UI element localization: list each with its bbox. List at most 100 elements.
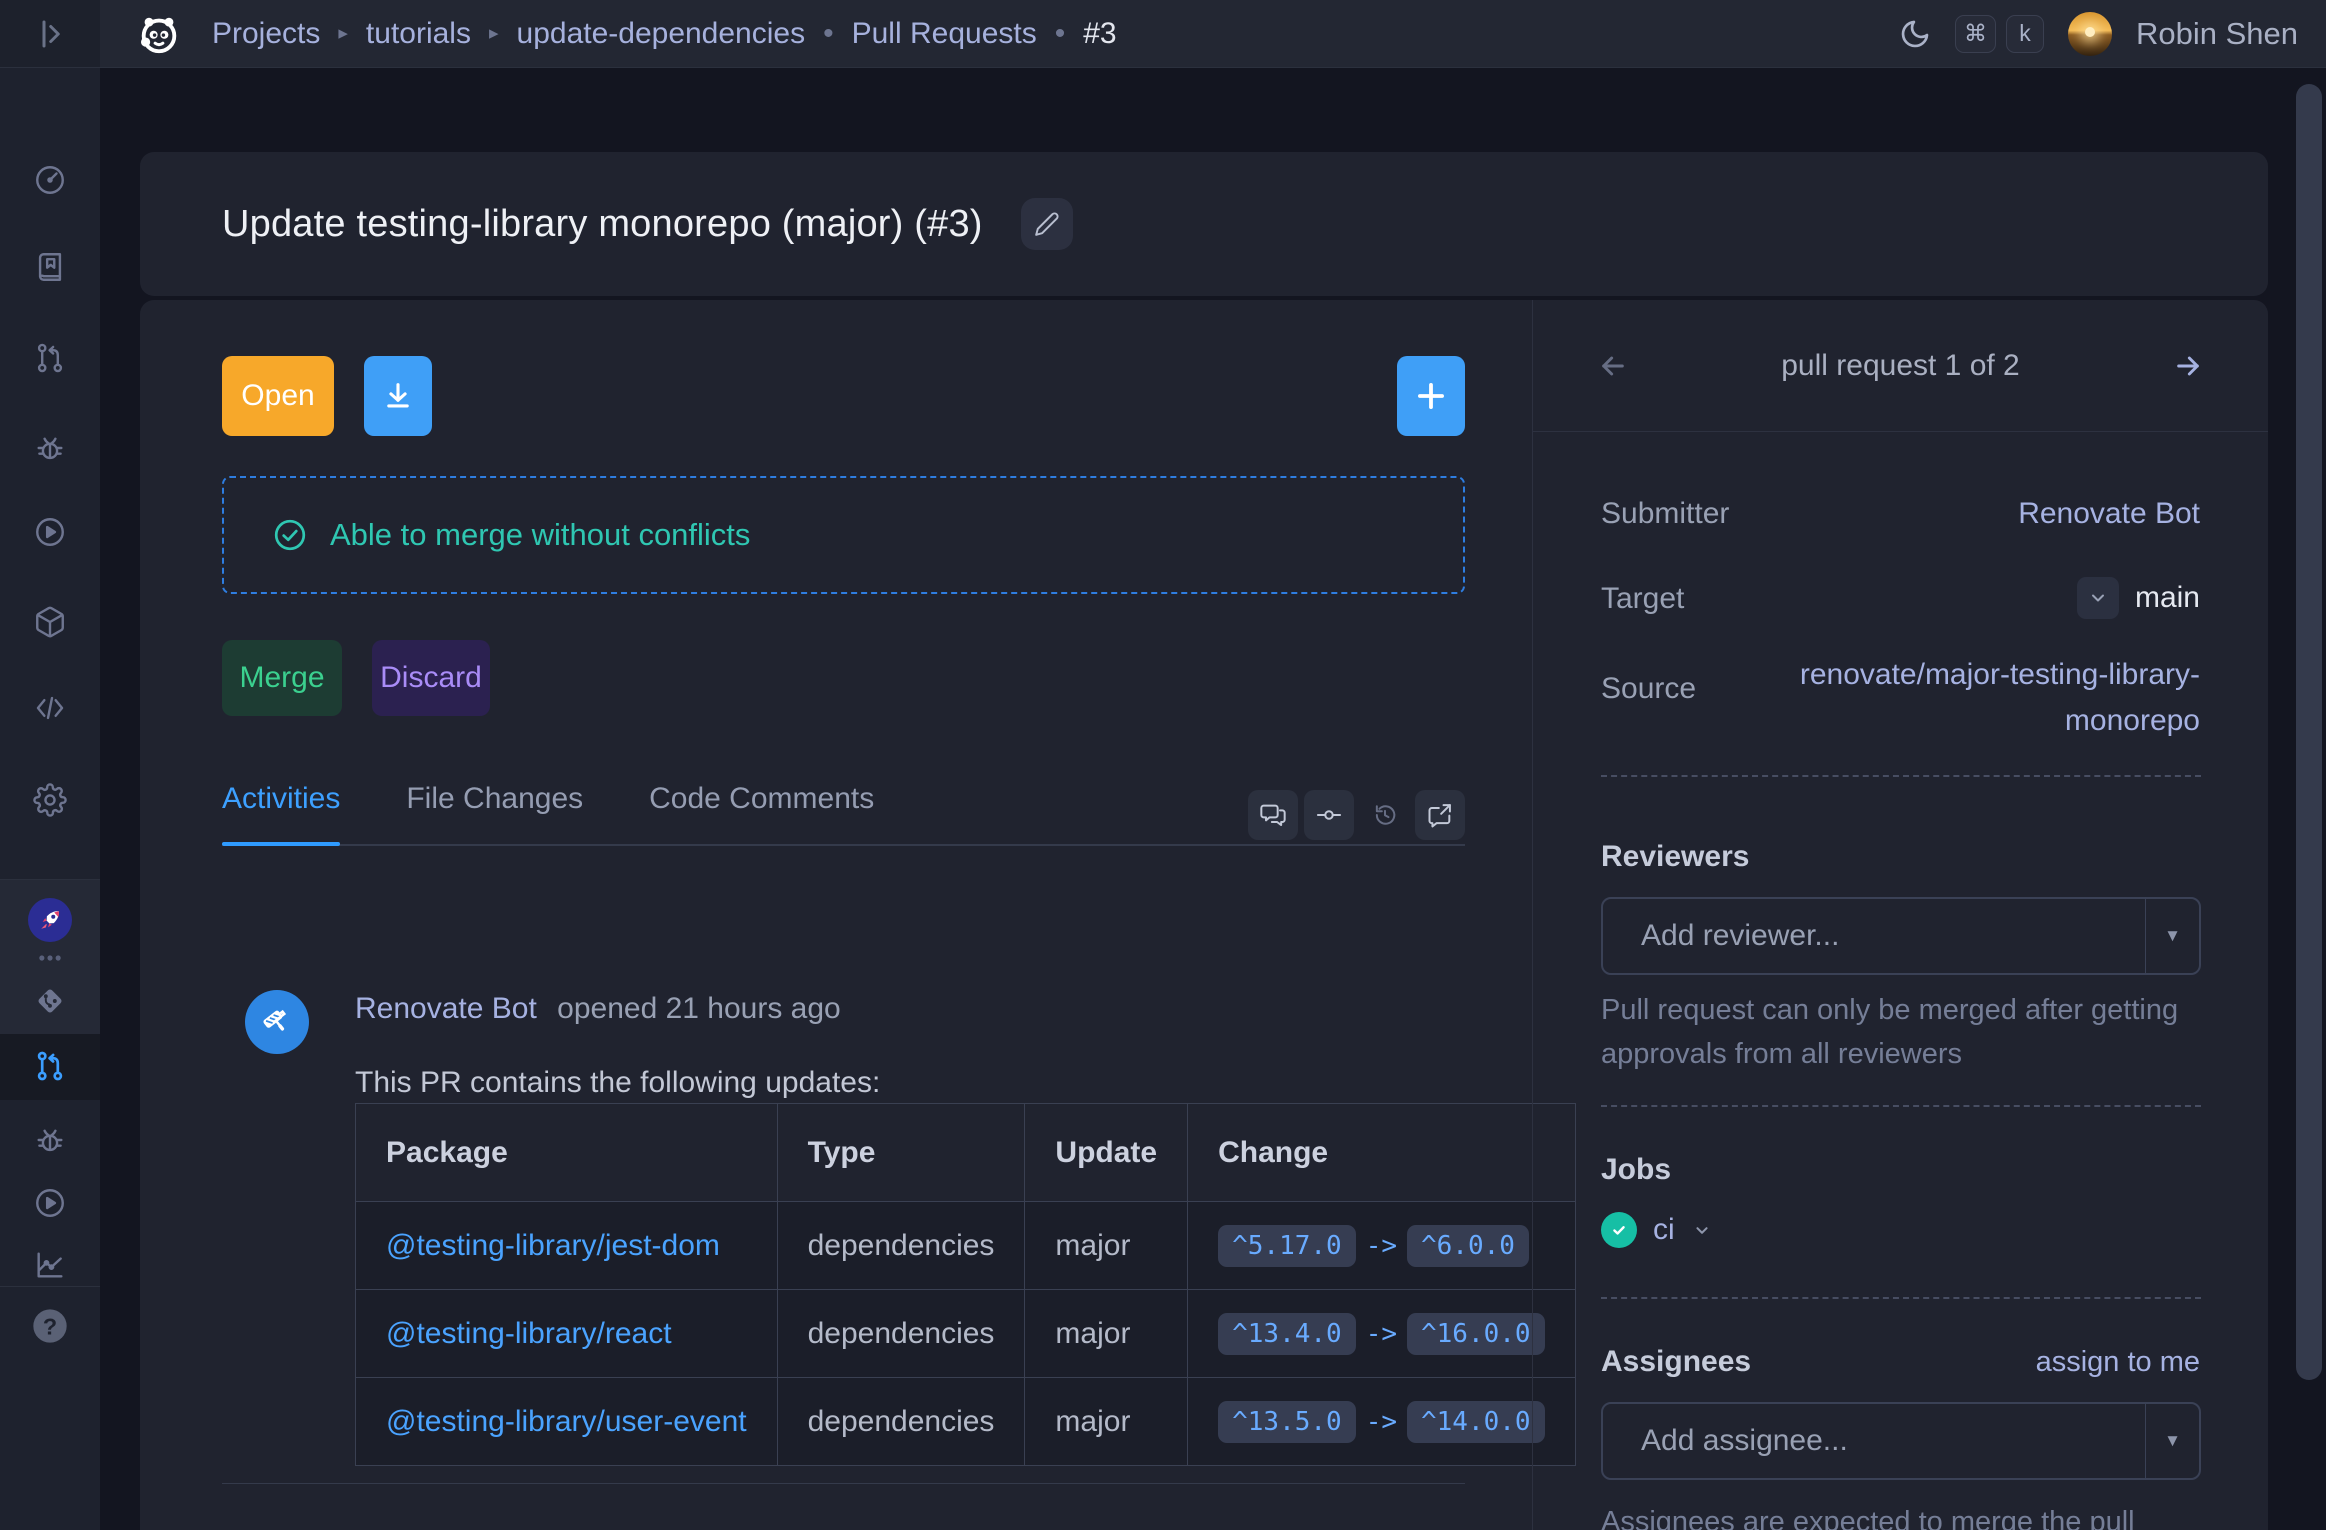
version-arrow: ->: [1366, 1319, 1397, 1349]
open-in-new-button[interactable]: [1415, 790, 1465, 840]
sidebar-item-builds[interactable]: [0, 515, 100, 549]
edit-title-button[interactable]: [1021, 198, 1073, 250]
version-to: ^14.0.0: [1407, 1401, 1545, 1443]
pr-title: Update testing-library monorepo (major) …: [222, 203, 983, 246]
col-package: Package: [356, 1104, 778, 1202]
page-scrollbar[interactable]: [2296, 84, 2322, 1380]
job-name[interactable]: ci: [1653, 1213, 1675, 1247]
add-reviewer-select[interactable]: Add reviewer... ▼: [1601, 897, 2201, 975]
download-icon: [381, 379, 415, 413]
assignees-note: Assignees are expected to merge the pull: [1601, 1500, 2213, 1530]
sidebar-item-git[interactable]: [0, 983, 100, 1019]
target-label: Target: [1601, 582, 1684, 616]
table-row: @testing-library/jest-dom dependencies m…: [356, 1202, 1576, 1290]
open-in-new-icon: [1426, 801, 1454, 829]
activity-meta: opened 21 hours ago: [557, 992, 841, 1025]
onedev-logo-icon[interactable]: [136, 11, 182, 57]
sidebar-expand-icon[interactable]: [32, 16, 68, 52]
breadcrumb-repo[interactable]: update-dependencies: [517, 17, 806, 51]
jobs-heading: Jobs: [1601, 1153, 1671, 1187]
breadcrumb-section[interactable]: Pull Requests: [852, 17, 1037, 51]
tab-code-comments[interactable]: Code Comments: [649, 782, 874, 844]
sidebar-divider: [0, 879, 100, 880]
command-palette-shortcut[interactable]: ⌘ k: [1955, 15, 2044, 53]
cmd-key: ⌘: [1955, 15, 1996, 53]
sidebar-item-help[interactable]: ?: [0, 1306, 100, 1346]
more-dots-icon: [36, 944, 64, 972]
package-link[interactable]: @testing-library/jest-dom: [386, 1229, 720, 1262]
breadcrumb-projects[interactable]: Projects: [212, 17, 320, 51]
source-branch-link[interactable]: renovate/major-testing-library-monorepo: [1760, 652, 2200, 744]
add-assignee-select[interactable]: Add assignee... ▼: [1601, 1402, 2201, 1480]
pr-state-badge[interactable]: Open: [222, 356, 334, 436]
sidebar-item-dashboard[interactable]: [0, 163, 100, 197]
add-button[interactable]: [1397, 356, 1465, 436]
package-box-icon: [33, 605, 67, 639]
pr-side-panel: pull request 1 of 2 Submitter Renovate B…: [1532, 300, 2268, 1530]
dark-mode-toggle-icon[interactable]: [1899, 18, 1931, 50]
package-link[interactable]: @testing-library/user-event: [386, 1405, 747, 1438]
dropdown-caret-icon: ▼: [2145, 899, 2199, 973]
job-success-icon: [1601, 1212, 1637, 1248]
arrow-left-icon: [1597, 350, 1629, 382]
sidebar-item-pull-requests-active[interactable]: [0, 1049, 100, 1083]
next-pr-button[interactable]: [2172, 350, 2204, 382]
prev-pr-button[interactable]: [1597, 350, 1629, 382]
top-navbar: Projects ▸ tutorials ▸ update-dependenci…: [0, 0, 2326, 68]
user-name[interactable]: Robin Shen: [2136, 16, 2298, 52]
sidebar-item-stats[interactable]: [0, 1248, 100, 1282]
breadcrumb-project[interactable]: tutorials: [366, 17, 471, 51]
navbar-right: ⌘ k Robin Shen: [1899, 12, 2326, 56]
version-from: ^13.4.0: [1218, 1313, 1356, 1355]
breadcrumb-chevron-icon: ▸: [338, 22, 348, 45]
tab-file-changes[interactable]: File Changes: [406, 782, 583, 844]
stats-chart-icon: [33, 1248, 67, 1282]
version-arrow: ->: [1366, 1231, 1397, 1261]
merge-button[interactable]: Merge: [222, 640, 342, 716]
sidebar-more-projects[interactable]: [0, 944, 100, 972]
version-from: ^13.5.0: [1218, 1401, 1356, 1443]
sidebar-item-packages[interactable]: [0, 605, 100, 639]
pager-text: pull request 1 of 2: [1781, 349, 2020, 383]
table-row: @testing-library/user-event dependencies…: [356, 1378, 1576, 1466]
gear-icon: [33, 783, 67, 817]
download-patch-button[interactable]: [364, 356, 432, 436]
version-to: ^6.0.0: [1407, 1225, 1529, 1267]
package-link[interactable]: @testing-library/react: [386, 1317, 672, 1350]
show-comments-button[interactable]: [1248, 790, 1298, 840]
user-avatar[interactable]: [2068, 12, 2112, 56]
renovate-bot-avatar[interactable]: [245, 990, 309, 1054]
chevron-down-icon: [1691, 1219, 1713, 1241]
col-type: Type: [777, 1104, 1025, 1202]
sidebar-item-issues[interactable]: [0, 431, 100, 465]
tab-activities[interactable]: Activities: [222, 782, 340, 844]
target-branch-dropdown[interactable]: [2077, 577, 2119, 619]
sidebar-item-pull-requests[interactable]: [0, 341, 100, 375]
target-branch: main: [2135, 581, 2200, 615]
sidebar-divider: [0, 1286, 100, 1287]
sidebar-toggle-zone: [0, 0, 100, 67]
sidebar-project-avatar[interactable]: [0, 898, 100, 942]
type-cell: dependencies: [777, 1290, 1025, 1378]
job-row-ci[interactable]: ci: [1601, 1212, 1713, 1248]
pr-title-card: Update testing-library monorepo (major) …: [140, 152, 2268, 296]
history-button[interactable]: [1360, 790, 1410, 840]
source-label: Source: [1601, 672, 1696, 706]
rocket-project-icon: [28, 898, 72, 942]
sidebar-item-settings[interactable]: [0, 783, 100, 817]
discard-button[interactable]: Discard: [372, 640, 490, 716]
submitter-value[interactable]: Renovate Bot: [2018, 497, 2200, 531]
arrow-right-icon: [2172, 350, 2204, 382]
table-row: @testing-library/react dependencies majo…: [356, 1290, 1576, 1378]
add-reviewer-placeholder: Add reviewer...: [1603, 919, 2145, 953]
activity-author-link[interactable]: Renovate Bot: [355, 992, 537, 1025]
dashed-divider: [1601, 1105, 2201, 1107]
chevron-down-icon: [2088, 588, 2108, 608]
assign-to-me-link[interactable]: assign to me: [2036, 1346, 2200, 1379]
sidebar-item-project-builds[interactable]: [0, 1186, 100, 1220]
sidebar-item-docs[interactable]: [0, 250, 100, 284]
sidebar-item-project-issues[interactable]: [0, 1123, 100, 1157]
show-commits-button[interactable]: [1304, 790, 1354, 840]
sidebar-item-code[interactable]: [0, 691, 100, 725]
type-cell: dependencies: [777, 1378, 1025, 1466]
